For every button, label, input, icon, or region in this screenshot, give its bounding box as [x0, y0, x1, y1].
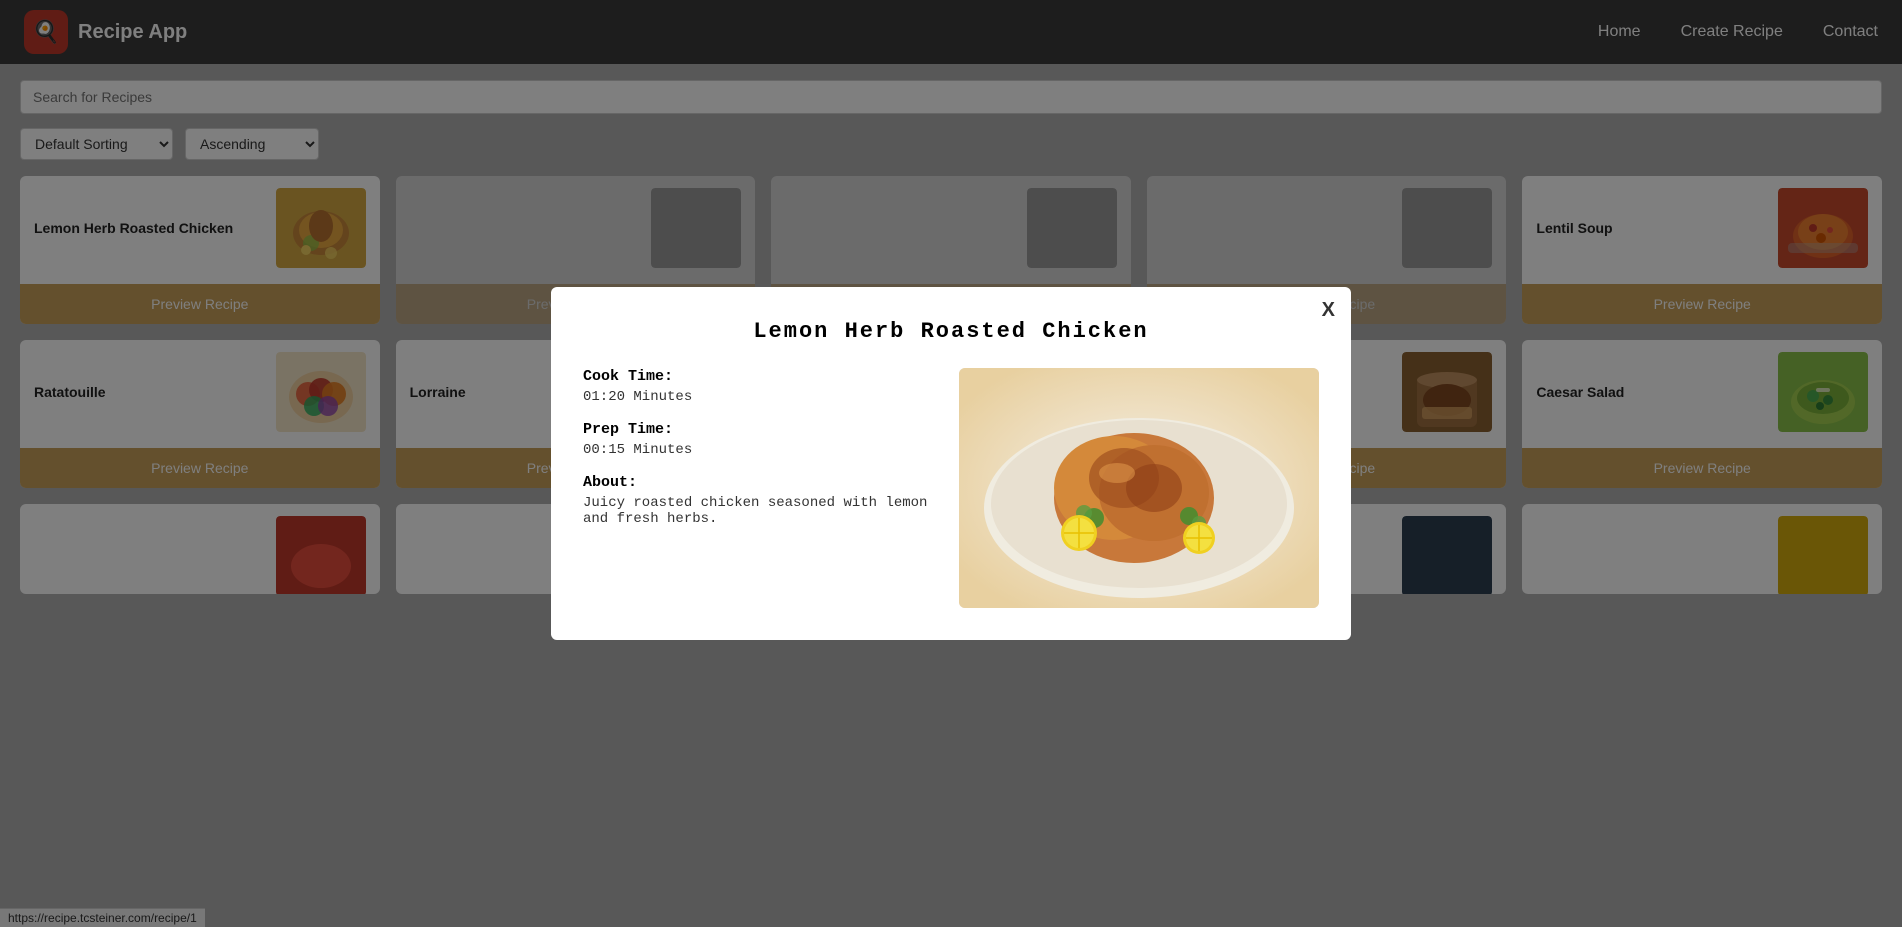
- modal-body: Cook Time: 01:20 Minutes Prep Time: 00:1…: [583, 368, 1319, 608]
- modal-title: Lemon Herb Roasted Chicken: [583, 319, 1319, 344]
- modal: X Lemon Herb Roasted Chicken Cook Time: …: [551, 287, 1351, 640]
- modal-overlay[interactable]: X Lemon Herb Roasted Chicken Cook Time: …: [0, 0, 1902, 927]
- cook-time-value: 01:20 Minutes: [583, 389, 935, 405]
- about-label: About:: [583, 474, 935, 491]
- prep-time-value: 00:15 Minutes: [583, 442, 935, 458]
- modal-close-button[interactable]: X: [1322, 299, 1335, 322]
- prep-time-label: Prep Time:: [583, 421, 935, 438]
- modal-recipe-svg: [959, 368, 1319, 608]
- modal-info: Cook Time: 01:20 Minutes Prep Time: 00:1…: [583, 368, 935, 608]
- cook-time-label: Cook Time:: [583, 368, 935, 385]
- about-value: Juicy roasted chicken seasoned with lemo…: [583, 495, 935, 527]
- modal-recipe-image: [959, 368, 1319, 608]
